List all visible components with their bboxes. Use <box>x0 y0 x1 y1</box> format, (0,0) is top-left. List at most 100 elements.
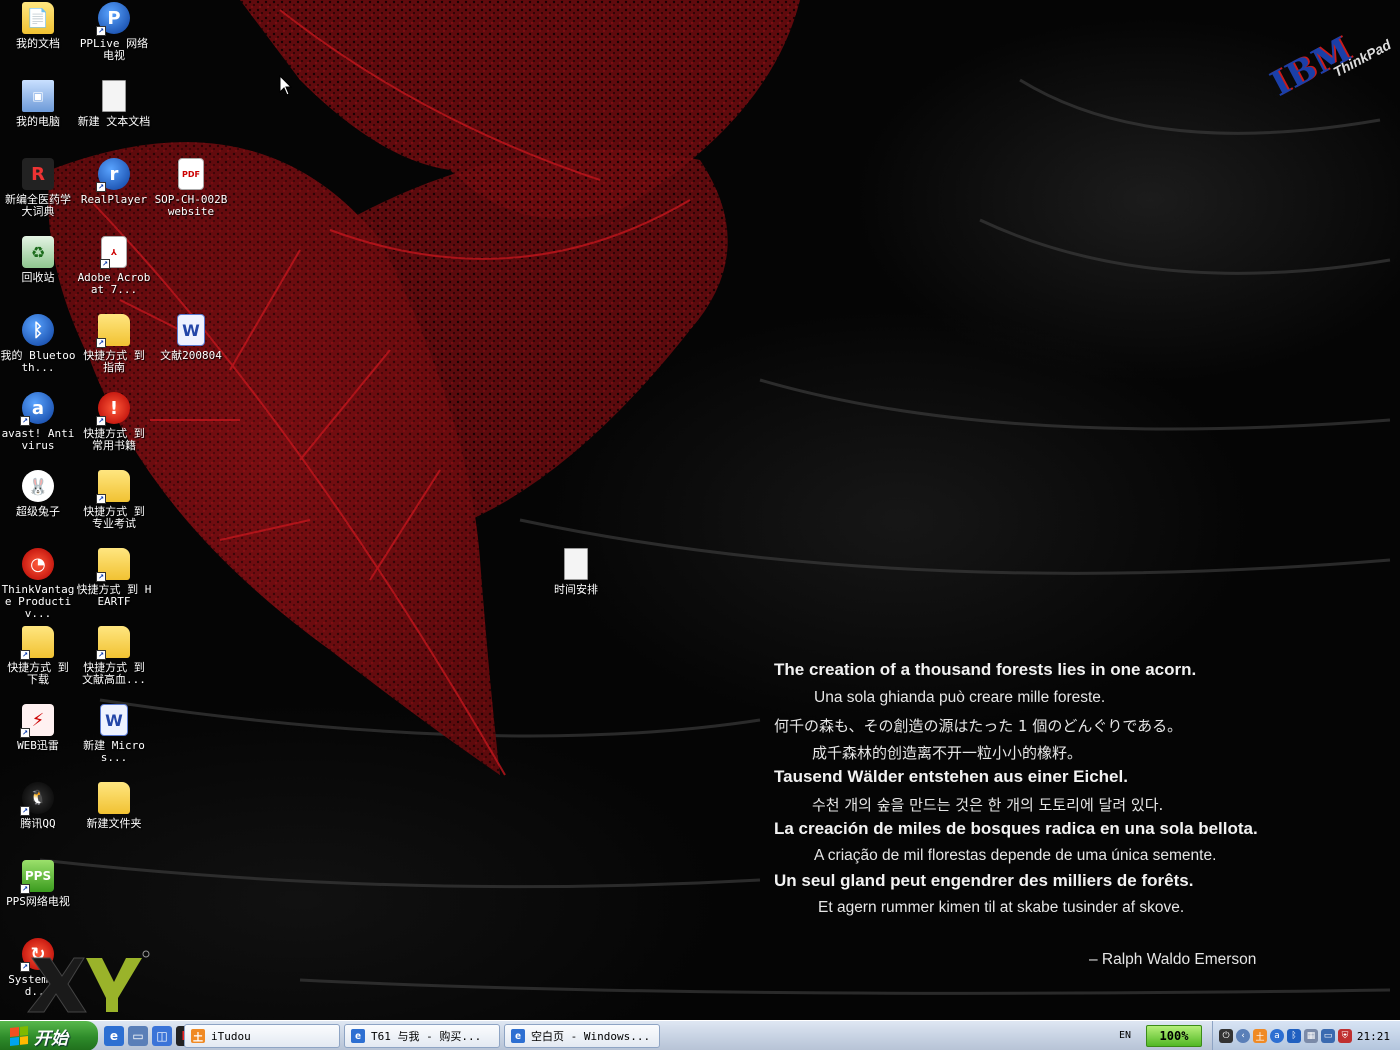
desktop-icon-label: Adobe Acrobat 7... <box>77 271 151 296</box>
desktop-icon-label: 快捷方式 到 常用书籍 <box>83 427 145 452</box>
internet-explorer-icon: e <box>511 1029 525 1043</box>
desktop-icon-shortcut-heartf[interactable]: ↗ 快捷方式 到 HEARTF <box>76 548 152 608</box>
bluetooth-tray-icon[interactable]: ᛒ <box>1287 1029 1301 1043</box>
desktop-icon-shortcut-books[interactable]: ! ↗ 快捷方式 到 常用书籍 <box>76 392 152 452</box>
desktop-icon-label: ThinkVantage Productiv... <box>1 583 75 620</box>
taskbar: 开始 e ▭ ◫ R 土 iTudou e T61 与我 - 购买... e 空… <box>0 1020 1400 1050</box>
desktop-icon-adobe-acrobat[interactable]: ⅄ ↗ Adobe Acrobat 7... <box>76 236 152 296</box>
start-button-label: 开始 <box>34 1028 68 1049</box>
desktop-icon-sop-pdf[interactable]: PDF SOP-CH-002B website <box>153 158 229 218</box>
desktop-icon-avast[interactable]: a ↗ avast! Antivirus <box>0 392 76 452</box>
desktop-icon-new-text-document[interactable]: 新建 文本文档 <box>76 80 152 128</box>
taskbar-button-label: T61 与我 - 购买... <box>371 1030 482 1043</box>
desktop-icon-tencent-qq[interactable]: 🐧 ↗ 腾讯QQ <box>0 782 76 830</box>
quote-line-portuguese: A criação de mil florestas depende de um… <box>814 847 1217 864</box>
taskbar-button-ie-blank[interactable]: e 空白页 - Windows... <box>504 1024 660 1048</box>
my-documents-icon: 📄 <box>22 2 54 34</box>
folder-icon: ↗ <box>96 470 130 504</box>
pdf-file-icon: PDF <box>178 158 204 190</box>
desktop-icon-web-thunder[interactable]: ⚡ ↗ WEB迅雷 <box>0 704 76 752</box>
desktop-icon-my-documents[interactable]: 📄 我的文档 <box>0 2 76 50</box>
network-tray-icon[interactable]: ▦ <box>1304 1029 1318 1043</box>
desktop-icon-new-folder[interactable]: 新建文件夹 <box>76 782 152 830</box>
security-shield-icon[interactable]: ⛨ <box>1338 1029 1352 1043</box>
desktop-icon-label: 我的电脑 <box>16 115 60 128</box>
avast-tray-icon[interactable]: a <box>1270 1029 1284 1043</box>
desktop-icon-label: 我的文档 <box>16 37 60 50</box>
desktop-icon-pps[interactable]: PPS ↗ PPS网络电视 <box>0 860 76 908</box>
desktop-icon-shortcut-downloads[interactable]: ↗ 快捷方式 到 下载 <box>0 626 76 686</box>
desktop-icon-recycle-bin[interactable]: ♻ 回收站 <box>0 236 76 284</box>
desktop-icon-label: avast! Antivirus <box>1 427 75 452</box>
itudou-tray-icon[interactable]: 土 <box>1253 1029 1267 1043</box>
xy-watermark-logo <box>26 950 150 1013</box>
desktop-icon-label: 快捷方式 到 文献高血... <box>82 661 146 686</box>
quote-line-chinese: 成千森林的创造离不开一粒小小的橡籽。 <box>812 744 1083 762</box>
wallpaper-leaves <box>39 0 1391 995</box>
power-plug-icon[interactable]: ⏻ <box>1219 1029 1233 1043</box>
quote-line-danish: Et agern rummer kimen til at skabe tusin… <box>818 899 1185 916</box>
bluetooth-icon: ᛒ <box>22 314 54 346</box>
desktop-icon-label: RealPlayer <box>80 193 148 206</box>
my-computer-icon: ▣ <box>22 80 54 112</box>
taskbar-button-itudou[interactable]: 土 iTudou <box>184 1024 340 1048</box>
internet-explorer-icon[interactable]: e <box>104 1026 124 1046</box>
quote-line-german: Tausend Wälder entstehen aus einer Eiche… <box>774 767 1128 786</box>
desktop-icon-new-word[interactable]: W 新建 Micros... <box>76 704 152 764</box>
pplive-icon: P ↗ <box>96 2 130 36</box>
desktop-icon-label: 文献200804 <box>160 349 222 362</box>
quote-attribution: – Ralph Waldo Emerson <box>1089 951 1257 968</box>
folder-icon: ↗ <box>96 626 130 660</box>
start-button[interactable]: 开始 <box>0 1021 98 1050</box>
desktop-icon-schedule[interactable]: 时间安排 <box>538 548 614 596</box>
qq-penguin-icon: 🐧 ↗ <box>20 782 54 816</box>
desktop-icon-shortcut-guide[interactable]: ↗ 快捷方式 到 指南 <box>76 314 152 374</box>
desktop-icon-thinkvantage[interactable]: ◔ ThinkVantage Productiv... <box>0 548 76 620</box>
quote-line-french: Un seul gland peut engendrer des millier… <box>774 871 1194 890</box>
clock[interactable]: 21:21 <box>1357 1030 1390 1043</box>
dictionary-app-icon: R <box>22 158 54 190</box>
desktop-icon-label: 回收站 <box>21 271 55 284</box>
desktop-icon-label: 快捷方式 到 下载 <box>7 661 69 686</box>
desktop-icon-label: SOP-CH-002B website <box>154 193 228 218</box>
book-app-icon: ! ↗ <box>96 392 130 426</box>
desktop-icon-label: 腾讯QQ <box>20 817 56 830</box>
desktop-icon-shortcut-exams[interactable]: ↗ 快捷方式 到 专业考试 <box>76 470 152 530</box>
desktop-icon-pplive[interactable]: P ↗ PPLive 网络电视 <box>76 2 152 62</box>
desktop-icon-literature-200804[interactable]: W 文献200804 <box>153 314 229 362</box>
language-indicator[interactable]: EN <box>1112 1028 1138 1044</box>
desktop-icon-my-bluetooth[interactable]: ᛒ 我的 Bluetooth... <box>0 314 76 374</box>
taskbar-button-label: iTudou <box>211 1029 251 1043</box>
text-document-icon <box>564 548 588 580</box>
web-thunder-icon: ⚡ ↗ <box>20 704 54 738</box>
text-document-icon <box>102 80 126 112</box>
quote-line-japanese: 何千の森も、その創造の源はたった 1 個のどんぐりである。 <box>774 717 1183 735</box>
desktop-icon-realplayer[interactable]: r ↗ RealPlayer <box>76 158 152 206</box>
desktop-icon-label: 超级兔子 <box>16 505 60 518</box>
display-tray-icon[interactable]: ▭ <box>1321 1029 1335 1043</box>
desktop-icon-medical-dictionary[interactable]: R 新编全医药学大词典 <box>0 158 76 218</box>
windows-flag-icon <box>10 1026 28 1046</box>
itudou-icon: 土 <box>191 1029 205 1044</box>
desktop-icon-my-computer[interactable]: ▣ 我的电脑 <box>0 80 76 128</box>
desktop-icon-label: PPLive 网络电视 <box>79 37 149 62</box>
desktop-icon-label: 新建 文本文档 <box>77 115 151 128</box>
mouse-cursor-icon <box>279 75 293 96</box>
desktop-icon-label: 快捷方式 到 专业考试 <box>83 505 145 530</box>
desktop-icon-super-rabbit[interactable]: 🐰 超级兔子 <box>0 470 76 518</box>
desktop-icon-shortcut-hypertension[interactable]: ↗ 快捷方式 到 文献高血... <box>76 626 152 686</box>
folder-icon: ↗ <box>96 314 130 348</box>
rabbit-app-icon: 🐰 <box>22 470 54 502</box>
desktop-icon-label: 新建 Micros... <box>83 739 145 764</box>
desktop-icon-label: PPS网络电视 <box>6 895 70 908</box>
battery-gauge[interactable]: 100% <box>1146 1025 1202 1047</box>
desktop-icon-label: 快捷方式 到 HEARTF <box>76 583 152 608</box>
show-desktop-icon[interactable]: ▭ <box>128 1026 148 1046</box>
adobe-acrobat-icon: ⅄ ↗ <box>100 236 127 269</box>
folder-icon: ↗ <box>96 548 130 582</box>
tray-expand-icon[interactable]: ‹ <box>1236 1029 1250 1043</box>
taskbar-button-ie-t61[interactable]: e T61 与我 - 购买... <box>344 1024 500 1048</box>
realplayer-icon: r ↗ <box>96 158 130 192</box>
quick-launch-app-icon[interactable]: ◫ <box>152 1026 172 1046</box>
pps-icon: PPS ↗ <box>20 860 54 894</box>
